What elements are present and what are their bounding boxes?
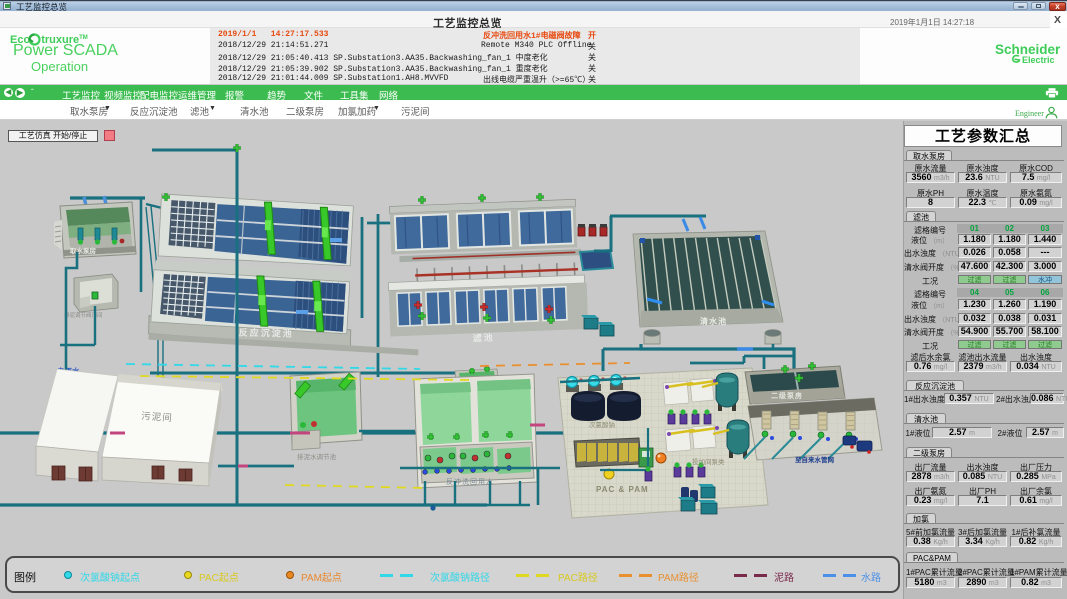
svg-text:反冲洗回用水: 反冲洗回用水 [446, 477, 494, 486]
svg-text:取水泵房: 取水泵房 [70, 246, 97, 255]
svg-text:二级泵房: 二级泵房 [771, 391, 803, 400]
svg-text:清水池: 清水池 [700, 316, 727, 326]
svg-text:PAC & PAM: PAC & PAM [596, 485, 649, 494]
svg-text:投加间泵类: 投加间泵类 [692, 457, 725, 466]
svg-text:至自来水管网: 至自来水管网 [795, 455, 835, 464]
svg-text:污泥间: 污泥间 [141, 410, 173, 424]
svg-text:排泥调节阀门间: 排泥调节阀门间 [64, 311, 103, 319]
svg-text:滤池: 滤池 [472, 331, 494, 343]
svg-text:次氯酸钠: 次氯酸钠 [589, 420, 615, 429]
svg-text:反应沉淀池: 反应沉淀池 [239, 327, 294, 339]
svg-text:排泥水调节池: 排泥水调节池 [297, 452, 337, 461]
